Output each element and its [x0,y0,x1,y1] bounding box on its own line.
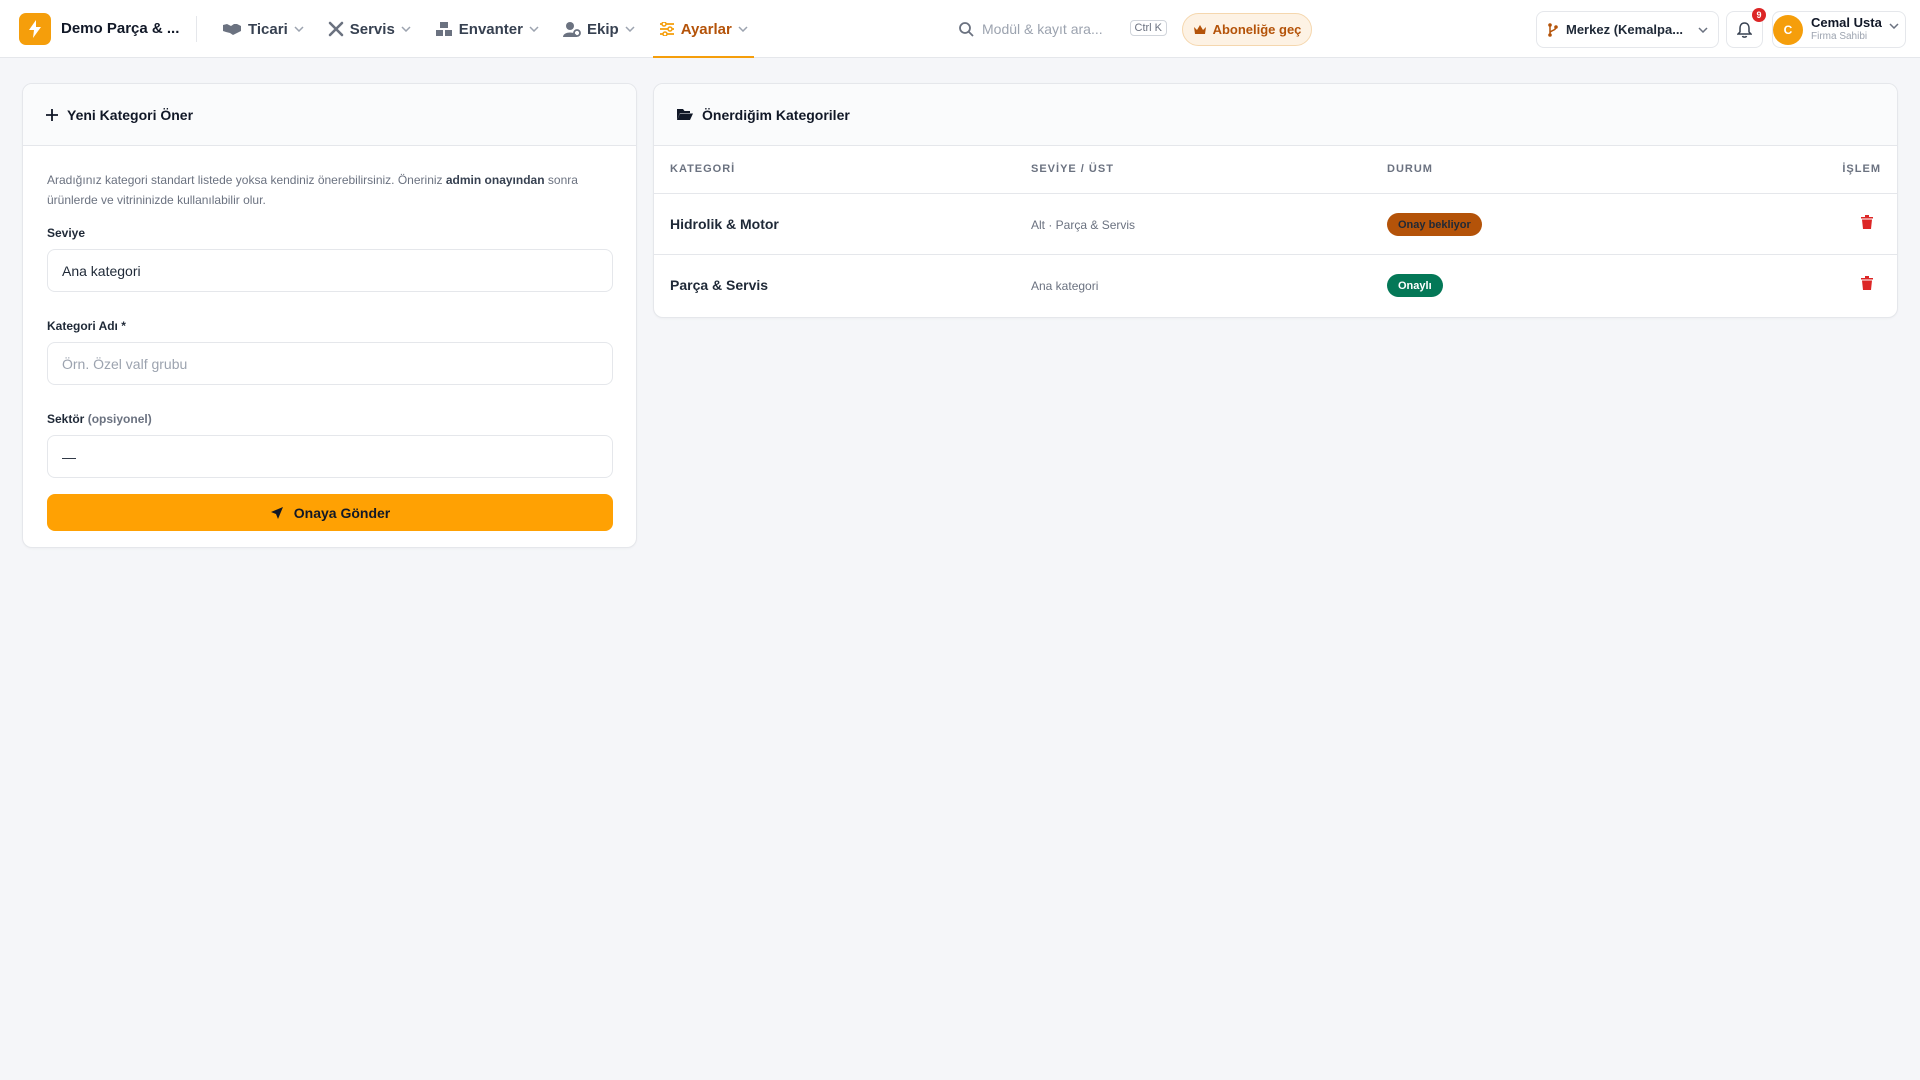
column-header-action: İŞLEM [1842,163,1881,175]
nav-label: Envanter [458,20,523,38]
suggest-category-card: Yeni Kategori Öner Aradığınız kategori s… [22,83,637,548]
bell-icon [1737,21,1752,38]
paper-plane-icon [270,506,283,519]
brand-logo[interactable] [19,13,51,45]
card-header: Yeni Kategori Öner [23,84,636,146]
nav-item-ayarlar[interactable]: Ayarlar [652,0,754,58]
main-nav: Ticari Servis Envanter Ekip Ayarlar [216,0,766,58]
crown-icon [1193,25,1206,34]
subscribe-button[interactable]: Aboneliğe geç [1182,13,1312,46]
submit-for-approval-button[interactable]: Onaya Gönder [47,494,613,531]
column-header-level: SEVİYE / ÜST [1031,163,1114,175]
search-input[interactable] [982,21,1112,37]
card-header: Önerdiğim Kategoriler [654,84,1897,146]
search-icon [959,21,974,37]
branch-label: Merkez (Kemalpa... [1566,22,1684,37]
trash-icon [1861,276,1873,290]
chevron-down-icon [529,26,539,32]
notifications-button[interactable]: 9 [1726,8,1766,48]
category-name: Hidrolik & Motor [670,216,779,232]
delete-button[interactable] [1861,276,1873,293]
tools-icon [328,21,344,37]
help-text: Aradığınız kategori standart listede yok… [47,173,578,207]
sliders-icon [659,22,674,36]
category-level: Ana kategori [1031,279,1099,293]
my-suggestions-card: Önerdiğim Kategoriler KATEGORİ SEVİYE / … [653,83,1898,318]
card-title: Önerdiğim Kategoriler [702,106,850,123]
nav-item-servis[interactable]: Servis [322,0,417,58]
level-label: Seviye [47,226,86,240]
nav-label: Ekip [587,20,619,38]
nav-label: Ticari [248,20,288,38]
status-badge: Onay bekliyor [1387,213,1482,236]
card-title: Yeni Kategori Öner [67,106,194,123]
table-row: Parça & Servis Ana kategori Onaylı [654,255,1897,316]
delete-button[interactable] [1861,215,1873,232]
boxes-icon [435,22,452,36]
top-bar: Demo Parça & ... Ticari Servis Envanter … [0,0,1920,58]
chevron-down-icon [738,26,748,32]
chevron-down-icon [294,26,304,32]
sector-select[interactable]: — [47,435,613,478]
nav-label: Ayarlar [680,20,732,38]
nav-item-envanter[interactable]: Envanter [429,0,545,58]
search-box: Ctrl K [951,12,1171,46]
table-row: Hidrolik & Motor Alt · Parça & Servis On… [654,194,1897,255]
status-badge: Onaylı [1387,274,1443,297]
chevron-down-icon [1889,23,1899,29]
avatar: C [1773,14,1803,45]
user-gear-icon [563,22,581,37]
user-role: Firma Sahibi [1811,30,1868,42]
level-select[interactable]: Ana kategori [47,249,613,292]
nav-item-ticari[interactable]: Ticari [216,0,310,58]
chevron-down-icon [1698,26,1708,33]
category-name: Parça & Servis [670,277,769,293]
sector-label: Sektör (opsiyonel) [47,412,152,426]
user-name: Cemal Usta [1811,14,1882,30]
trash-icon [1861,215,1873,229]
submit-label: Onaya Gönder [293,504,391,521]
category-name-input[interactable] [47,342,613,385]
column-header-category: KATEGORİ [670,163,736,175]
category-name-label: Kategori Adı * [47,319,126,333]
folder-open-icon [677,109,693,120]
handshake-icon [223,24,241,35]
user-menu[interactable]: C Cemal Usta Firma Sahibi [1772,11,1906,48]
divider [196,16,197,42]
branch-selector[interactable]: Merkez (Kemalpa... [1536,11,1719,48]
branch-icon [1548,22,1558,37]
shortcut-hint: Ctrl K [1129,20,1167,36]
brand-name[interactable]: Demo Parça & ... [61,20,179,37]
category-level: Alt · Parça & Servis [1031,218,1136,232]
chevron-down-icon [401,26,411,32]
chevron-down-icon [625,26,635,32]
notification-count-badge: 9 [1752,8,1766,22]
subscribe-label: Aboneliğe geç [1212,22,1302,37]
nav-label: Servis [349,20,395,38]
bolt-icon [29,20,41,38]
column-header-status: DURUM [1387,163,1433,175]
plus-icon [46,108,58,121]
table-header: KATEGORİ SEVİYE / ÜST DURUM İŞLEM [654,146,1897,194]
nav-item-ekip[interactable]: Ekip [557,0,641,58]
